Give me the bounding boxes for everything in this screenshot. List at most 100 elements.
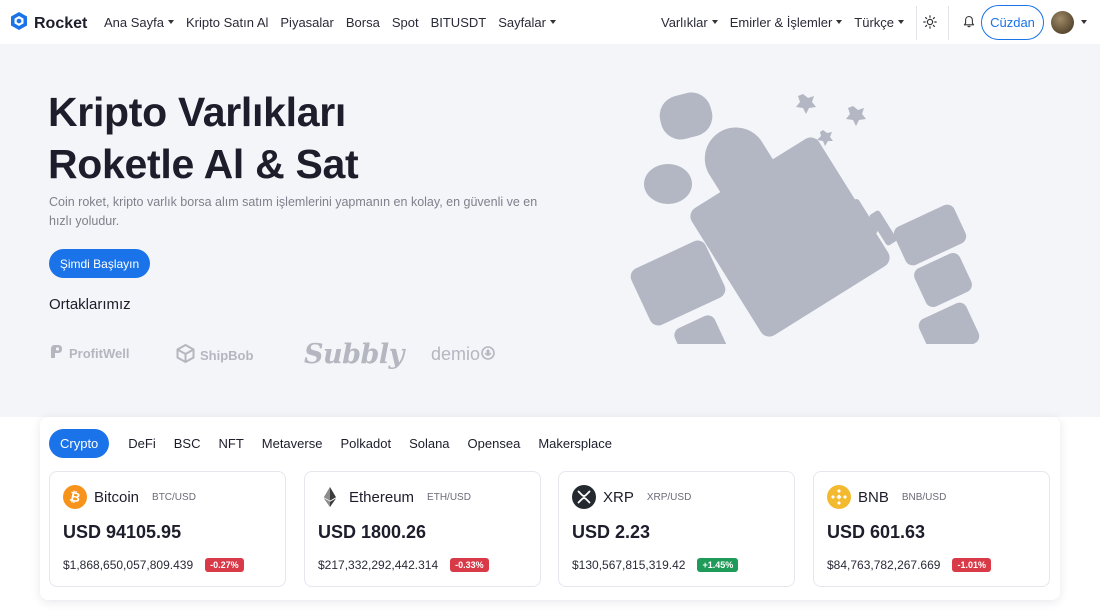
hero-section: Kripto Varlıkları Roketle Al & Sat Coin … bbox=[0, 44, 1100, 417]
nav-divider bbox=[916, 6, 917, 40]
hero-title-line: Roketle Al & Sat bbox=[48, 141, 359, 187]
top-navbar: Rocket Ana Sayfa Kripto Satın Al Piyasalar… bbox=[0, 0, 1100, 44]
nav-item-emirler-i-lemler[interactable]: Emirler & İşlemler bbox=[730, 15, 843, 30]
coin-card-xrp[interactable]: XRP XRP/USD USD 2.23 $130,567,815,319.42… bbox=[558, 471, 795, 587]
chevron-down-icon bbox=[711, 20, 718, 24]
nav-item-label: BITUSDT bbox=[430, 14, 487, 30]
brand-name: Rocket bbox=[34, 14, 88, 32]
coin-pair: BTC/USD bbox=[152, 491, 196, 503]
coin-price: USD 94105.95 bbox=[63, 522, 182, 542]
rocket-logo-icon bbox=[9, 11, 29, 36]
chevron-down-icon bbox=[898, 20, 905, 24]
bell-icon[interactable] bbox=[961, 13, 977, 29]
star-icon bbox=[796, 94, 816, 114]
chevron-down-icon bbox=[836, 20, 843, 24]
coin-price: USD 1800.26 bbox=[318, 522, 427, 542]
hero-illustration bbox=[630, 92, 980, 344]
nav-item-label: Borsa bbox=[345, 14, 380, 30]
chevron-down-icon bbox=[549, 20, 556, 24]
illustration-bubble bbox=[644, 164, 692, 204]
star-icon bbox=[846, 106, 866, 126]
nav-item-label: Kripto Satın Al bbox=[186, 14, 269, 30]
get-started-button[interactable]: Şimdi Başlayın bbox=[49, 249, 150, 278]
tab-metaverse[interactable]: Metaverse bbox=[262, 436, 323, 451]
coin-card-bnb[interactable]: BNB BNB/USD USD 601.63 $84,763,782,267.6… bbox=[813, 471, 1050, 587]
profitwell-icon bbox=[49, 344, 64, 362]
partner-logo-demio: demio bbox=[431, 344, 495, 365]
nav-item-label: Ana Sayfa bbox=[104, 14, 164, 30]
hero-description: Coin roket, kripto varlık borsa alım sat… bbox=[49, 195, 538, 228]
nav-item-label: Emirler & İşlemler bbox=[729, 14, 833, 30]
wallet-button[interactable]: Cüzdan bbox=[981, 5, 1044, 40]
tab-opensea[interactable]: Opensea bbox=[468, 436, 521, 451]
partner-logo-shipbob: ShipBob bbox=[176, 343, 254, 366]
theme-toggle-sun-icon[interactable] bbox=[921, 13, 939, 31]
tab-solana[interactable]: Solana bbox=[409, 436, 449, 451]
tab-crypto[interactable]: Crypto bbox=[49, 429, 110, 458]
chevron-down-icon[interactable] bbox=[1081, 20, 1087, 24]
coin-name: BNB bbox=[858, 488, 889, 506]
brand-logo[interactable]: Rocket bbox=[9, 11, 87, 36]
partner-logo-profitwell: ProfitWell bbox=[49, 344, 129, 362]
partner-name: demio bbox=[431, 344, 481, 364]
hero-title-line: Kripto Varlıkları bbox=[48, 89, 346, 135]
coin-pair: BNB/USD bbox=[901, 491, 947, 503]
coin-pair: ETH/USD bbox=[427, 491, 471, 503]
coin-card-bitcoin[interactable]: ₿ Bitcoin BTC/USD USD 94105.95 $1,868,65… bbox=[49, 471, 286, 587]
coin-card-footer: $130,567,815,319.42 +1.45% bbox=[572, 558, 739, 572]
coin-card-footer: $217,332,292,442.314 -0.33% bbox=[318, 558, 489, 572]
coin-card-footer: $1,868,650,057,809.439 -0.27% bbox=[63, 558, 244, 572]
nav-item-label: Türkçe bbox=[854, 14, 895, 30]
coin-name: Bitcoin bbox=[94, 488, 140, 506]
bnb-icon bbox=[827, 485, 851, 509]
illustration-card bbox=[918, 302, 980, 344]
partner-name: Subbly bbox=[304, 339, 404, 370]
chevron-down-icon bbox=[168, 20, 174, 24]
illustration-bubble bbox=[659, 92, 713, 140]
partner-name: ShipBob bbox=[200, 347, 254, 363]
market-tabs: Crypto DeFi BSC NFT Metaverse Polkadot Solana O… bbox=[49, 429, 630, 458]
hero-title: Kripto Varlıkları Roketle Al & Sat bbox=[48, 86, 359, 190]
nav-item-t-rk-e[interactable]: Türkçe bbox=[854, 14, 905, 30]
coin-card-footer: $84,763,782,267.669 -1.01% bbox=[827, 558, 991, 572]
nav-item-label: Piyasalar bbox=[280, 14, 334, 30]
nav-item-borsa[interactable]: Borsa bbox=[346, 15, 380, 30]
nav-item-varl-klar[interactable]: Varlıklar bbox=[661, 15, 718, 30]
nav-divider bbox=[948, 6, 949, 40]
coin-market-cap: $130,567,815,319.42 bbox=[572, 558, 686, 572]
tab-makersplace[interactable]: Makersplace bbox=[538, 436, 612, 451]
account-menu: Varlıklar Emirler & İşlemler Türkçe bbox=[661, 0, 916, 44]
nav-item-piyasalar[interactable]: Piyasalar bbox=[280, 15, 333, 30]
partner-name: ProfitWell bbox=[69, 345, 130, 361]
ethereum-icon bbox=[318, 485, 342, 509]
bitcoin-icon: ₿ bbox=[63, 485, 87, 509]
partners-heading: Ortaklarımız bbox=[49, 296, 131, 313]
tab-polkadot[interactable]: Polkadot bbox=[340, 436, 391, 451]
nav-item-ana-sayfa[interactable]: Ana Sayfa bbox=[104, 15, 174, 30]
coin-card-header: Ethereum ETH/USD bbox=[318, 485, 471, 509]
tab-nft[interactable]: NFT bbox=[218, 436, 243, 451]
coin-card-header: XRP XRP/USD bbox=[572, 485, 691, 509]
nav-item-label: Varlıklar bbox=[661, 14, 708, 30]
partner-logo-subbly: Subbly bbox=[304, 339, 404, 370]
nav-item-label: Sayfalar bbox=[498, 14, 546, 30]
tab-defi[interactable]: DeFi bbox=[128, 436, 155, 451]
nav-item-label: Spot bbox=[391, 14, 419, 30]
tab-bsc[interactable]: BSC bbox=[174, 436, 201, 451]
coin-price: USD 2.23 bbox=[572, 522, 651, 542]
price-change-badge: -0.33% bbox=[450, 558, 489, 572]
markets-panel: Crypto DeFi BSC NFT Metaverse Polkadot Solana O… bbox=[40, 417, 1060, 600]
user-avatar[interactable] bbox=[1051, 11, 1074, 34]
nav-item-spot[interactable]: Spot bbox=[392, 15, 419, 30]
nav-item-kripto-sat-n-al[interactable]: Kripto Satın Al bbox=[186, 15, 268, 30]
xrp-icon bbox=[572, 485, 596, 509]
price-change-badge: +1.45% bbox=[697, 558, 739, 572]
coin-market-cap: $84,763,782,267.669 bbox=[827, 558, 941, 572]
nav-item-sayfalar[interactable]: Sayfalar bbox=[498, 15, 556, 30]
nav-item-bitusdt[interactable]: BITUSDT bbox=[431, 15, 487, 30]
coin-card-ethereum[interactable]: Ethereum ETH/USD USD 1800.26 $217,332,29… bbox=[304, 471, 541, 587]
coin-name: XRP bbox=[603, 488, 634, 506]
coin-card-header: BNB BNB/USD bbox=[827, 485, 946, 509]
coin-name: Ethereum bbox=[349, 488, 415, 506]
coin-card-header: ₿ Bitcoin BTC/USD bbox=[63, 485, 196, 509]
